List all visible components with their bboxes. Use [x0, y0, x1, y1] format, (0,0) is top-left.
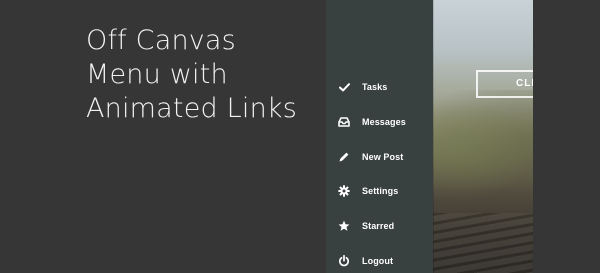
inbox-icon [337, 115, 351, 129]
menu-item-logout[interactable]: Logout [326, 250, 433, 272]
pencil-icon [337, 150, 351, 164]
page-title-line-3: Animated Links [86, 93, 298, 124]
menu-item-label: New Post [362, 152, 404, 162]
page-margin-right [533, 0, 600, 273]
power-icon [337, 254, 351, 268]
menu-item-label: Settings [362, 186, 399, 196]
check-icon [337, 80, 351, 94]
menu-item-label: Logout [362, 256, 394, 266]
gear-icon [337, 184, 351, 198]
menu-item-label: Starred [362, 221, 395, 231]
page-title: Off Canvas Menu with Animated Links [86, 24, 297, 126]
menu-item-messages[interactable]: Messages [326, 111, 433, 133]
menu-item-starred[interactable]: Starred [326, 215, 433, 237]
demo-stage: Off Canvas Menu with Animated Links CLIC… [0, 0, 600, 273]
menu-item-label: Messages [362, 117, 406, 127]
star-icon [337, 219, 351, 233]
menu-item-tasks[interactable]: Tasks [326, 76, 433, 98]
menu-item-new-post[interactable]: New Post [326, 146, 433, 168]
menu-item-label: Tasks [362, 82, 388, 92]
off-canvas-menu: Tasks Messages New Post Settings Starred… [326, 0, 433, 273]
page-title-line-1: Off Canvas [86, 25, 236, 56]
page-title-line-2: Menu with [86, 59, 228, 90]
menu-item-settings[interactable]: Settings [326, 180, 433, 202]
content-background-photo [433, 0, 533, 273]
open-menu-button[interactable]: CLICK [476, 70, 533, 98]
